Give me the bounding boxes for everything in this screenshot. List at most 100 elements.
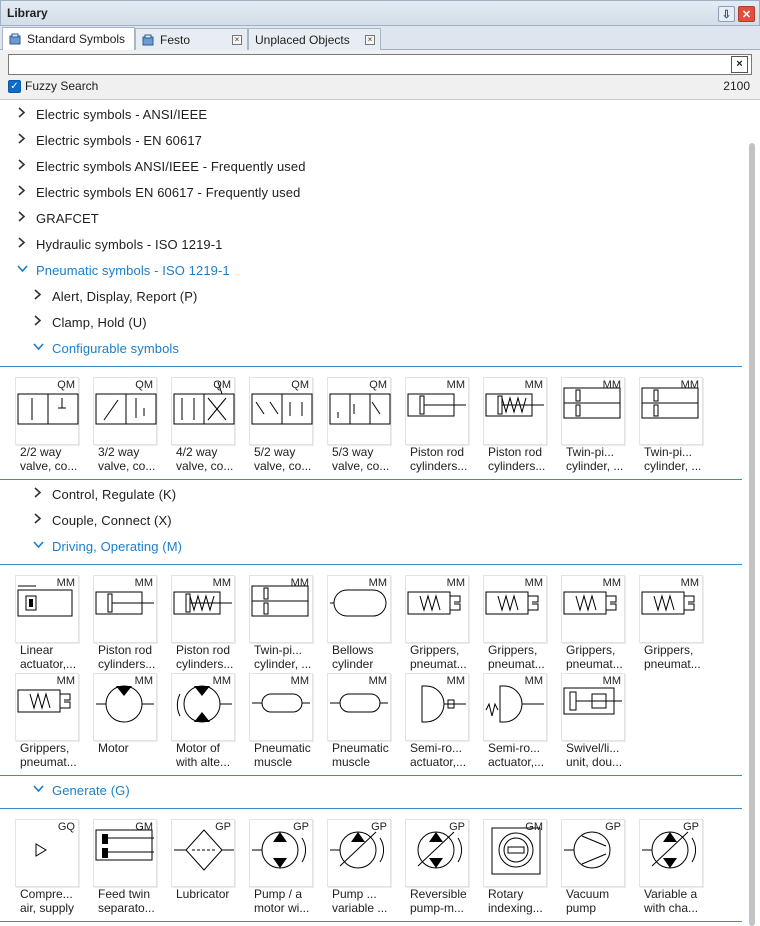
symbol-tile[interactable]: GM [483, 819, 547, 887]
symbol-tile[interactable]: MM [93, 575, 157, 643]
symbol-tile[interactable]: GP [561, 819, 625, 887]
symbol-tile[interactable]: MM [249, 673, 313, 741]
symbol-label: Piston rod cylinders... [176, 643, 250, 671]
symbol-code: GP [371, 821, 387, 833]
symbol-tile[interactable]: GP [249, 819, 313, 887]
symbol-tile[interactable]: MM [483, 575, 547, 643]
tree-item[interactable]: Electric symbols - ANSI/IEEE [16, 103, 207, 125]
symbol-tile[interactable]: MM [171, 575, 235, 643]
symbol-label-line1: Pump / a [254, 887, 303, 901]
symbol-tile[interactable]: GQ [15, 819, 79, 887]
tab-festo[interactable]: Festo × [135, 28, 248, 50]
symbol-tile[interactable]: GM [93, 819, 157, 887]
chevron-right-icon[interactable] [32, 315, 44, 329]
symbol-tile[interactable]: MM [249, 575, 313, 643]
clear-search-button[interactable]: × [731, 56, 748, 73]
chevron-right-icon[interactable] [16, 211, 28, 225]
symbol-label: Pneumatic muscle [332, 741, 406, 769]
symbol-label-line2: with cha... [644, 901, 699, 915]
fuzzy-search-label: Fuzzy Search [25, 79, 99, 93]
symbol-tile[interactable]: MM [15, 673, 79, 741]
search-input[interactable] [12, 55, 712, 73]
tree-item[interactable]: Driving, Operating (M) [32, 535, 182, 557]
chevron-right-icon[interactable] [16, 159, 28, 173]
symbol-tile[interactable]: MM [405, 673, 469, 741]
tab-close-icon[interactable]: × [365, 35, 375, 45]
tab-unplaced-objects[interactable]: Unplaced Objects × [248, 28, 381, 50]
symbol-tile[interactable]: GP [405, 819, 469, 887]
symbol-label-line2: actuator,... [488, 755, 545, 769]
tree-item[interactable]: Alert, Display, Report (P) [32, 285, 197, 307]
symbol-tile[interactable]: MM [15, 575, 79, 643]
symbol-tile[interactable]: MM [405, 575, 469, 643]
tree-item-label: Clamp, Hold (U) [52, 314, 147, 330]
chevron-down-icon[interactable] [32, 540, 44, 552]
symbol-label: 2/2 way valve, co... [20, 445, 94, 473]
chevron-right-icon[interactable] [16, 107, 28, 121]
symbol-code: MM [56, 577, 75, 589]
symbol-tile[interactable]: GP [327, 819, 391, 887]
symbol-label-line2: cylinder, ... [254, 657, 312, 671]
symbol-tile[interactable]: QM [249, 377, 313, 445]
symbol-code: MM [368, 675, 387, 687]
symbol-tile[interactable]: QM [93, 377, 157, 445]
window-title: Library [7, 6, 48, 20]
fuzzy-search-toggle[interactable]: ✓ Fuzzy Search [8, 79, 98, 93]
tree-item-label: Control, Regulate (K) [52, 486, 177, 502]
group-separator [0, 479, 742, 480]
close-icon[interactable]: ✕ [738, 6, 755, 22]
symbol-code: MM [602, 675, 621, 687]
symbol-tile[interactable]: MM [561, 377, 625, 445]
symbol-tile[interactable]: MM [639, 575, 703, 643]
symbol-tile[interactable]: MM [171, 673, 235, 741]
symbol-tile[interactable]: GP [171, 819, 235, 887]
tree-item[interactable]: Couple, Connect (X) [32, 509, 172, 531]
symbol-tile[interactable]: MM [93, 673, 157, 741]
chevron-right-icon[interactable] [32, 487, 44, 501]
chevron-right-icon[interactable] [16, 237, 28, 251]
tree-item[interactable]: Electric symbols ANSI/IEEE - Frequently … [16, 155, 306, 177]
symbol-label-line2: pneumat... [644, 657, 701, 671]
tree-item[interactable]: Generate (G) [32, 779, 130, 801]
symbol-tile[interactable]: MM [405, 377, 469, 445]
symbol-tile[interactable]: MM [483, 673, 547, 741]
tree-item[interactable]: Pneumatic symbols - ISO 1219-1 [16, 259, 230, 281]
symbol-label-line1: Twin-pi... [254, 643, 303, 657]
symbol-label-line1: Semi-ro... [410, 741, 463, 755]
chevron-right-icon[interactable] [16, 133, 28, 147]
tree-item[interactable]: Control, Regulate (K) [32, 483, 176, 505]
symbol-tile[interactable]: GP [639, 819, 703, 887]
tree-item[interactable]: Electric symbols - EN 60617 [16, 129, 202, 151]
chevron-down-icon[interactable] [32, 784, 44, 796]
symbol-tile[interactable]: QM [15, 377, 79, 445]
symbol-tile[interactable]: MM [639, 377, 703, 445]
tab-standard-symbols[interactable]: Standard Symbols [2, 27, 135, 50]
symbol-tile[interactable]: MM [561, 575, 625, 643]
chevron-right-icon[interactable] [32, 289, 44, 303]
tree-item[interactable]: Clamp, Hold (U) [32, 311, 147, 333]
chevron-right-icon[interactable] [32, 513, 44, 527]
chevron-down-icon[interactable] [32, 342, 44, 354]
symbol-label-line2: cylinders... [98, 657, 156, 671]
symbol-tile[interactable]: MM [327, 673, 391, 741]
chevron-right-icon[interactable] [16, 185, 28, 199]
pin-icon[interactable]: ⇩ [718, 6, 735, 22]
scrollbar-thumb[interactable] [749, 143, 755, 926]
symbol-tile[interactable]: QM [327, 377, 391, 445]
symbol-tile[interactable]: MM [483, 377, 547, 445]
tree-item[interactable]: Electric symbols EN 60617 - Frequently u… [16, 181, 300, 203]
symbol-label-line2: variable ... [332, 901, 388, 915]
symbol-label-line2: actuator,... [20, 657, 77, 671]
checkbox-checked-icon[interactable]: ✓ [8, 79, 21, 93]
symbol-label: Motor [98, 741, 172, 755]
symbol-tile[interactable]: MM [561, 673, 625, 741]
symbol-tile[interactable]: MM [327, 575, 391, 643]
chevron-down-icon[interactable] [16, 264, 28, 276]
symbol-code: QM [135, 379, 153, 391]
tree-item[interactable]: Hydraulic symbols - ISO 1219-1 [16, 233, 223, 255]
tree-item[interactable]: Configurable symbols [32, 337, 179, 359]
tree-item[interactable]: GRAFCET [16, 207, 99, 229]
tab-close-icon[interactable]: × [232, 35, 242, 45]
symbol-tile[interactable]: QM [171, 377, 235, 445]
symbol-label: Grippers, pneumat... [410, 643, 484, 671]
